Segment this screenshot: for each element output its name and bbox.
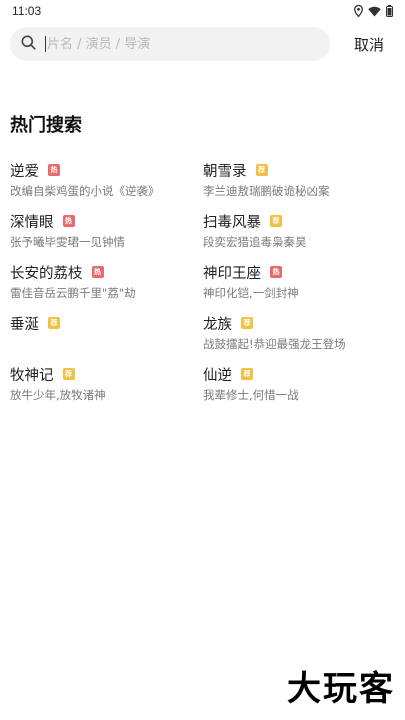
hot-item[interactable]: 朝雪录 荐 李兰迪敖瑞鹏破诡秘凶案: [203, 160, 383, 200]
hot-item-desc: 张予曦毕雯珺一见钟情: [10, 235, 125, 249]
hot-item-title: 深情眼: [10, 214, 54, 231]
hot-item-desc: 雷佳音岳云鹏千里"荔"劫: [10, 286, 136, 300]
status-time: 11:03: [12, 4, 42, 18]
status-icons: [354, 5, 393, 17]
hot-item-desc: 我辈修士,何惜一战: [203, 388, 299, 402]
hot-item[interactable]: 神印王座 热 神印化铠,一剑封神: [203, 262, 383, 302]
hot-item-desc: 改编自柴鸡蛋的小说《逆袭》: [10, 184, 160, 198]
recommend-badge: 荐: [241, 317, 253, 329]
hot-item[interactable]: 深情眼 热 张予曦毕雯珺一见钟情: [10, 211, 190, 251]
hot-item-title: 龙族: [203, 316, 232, 333]
search-row: 取消: [10, 26, 395, 62]
hot-item-desc: 李兰迪敖瑞鹏破诡秘凶案: [203, 184, 330, 198]
hot-item[interactable]: 长安的荔枝 热 雷佳音岳云鹏千里"荔"劫: [10, 262, 190, 302]
hot-item-desc: 战鼓擂起!恭迎最强龙王登场: [203, 337, 346, 351]
search-box[interactable]: [10, 27, 330, 61]
hot-item-title: 牧神记: [10, 367, 54, 384]
hot-item-title: 逆爱: [10, 163, 39, 180]
hot-badge: 热: [62, 215, 75, 227]
hot-item[interactable]: 牧神记 荐 放牛少年,放牧诸神: [10, 364, 190, 404]
recommend-badge: 荐: [270, 215, 282, 227]
location-icon: [354, 5, 363, 17]
hot-item[interactable]: 仙逆 荐 我辈修士,何惜一战: [203, 364, 383, 404]
search-input[interactable]: [47, 36, 297, 52]
hot-item-title: 扫毒风暴: [203, 214, 261, 231]
recommend-badge: 荐: [255, 164, 268, 176]
wifi-icon: [368, 6, 381, 17]
hot-item-desc: 放牛少年,放牧诸神: [10, 388, 106, 402]
cancel-button[interactable]: 取消: [354, 34, 384, 55]
hot-item-title: 朝雪录: [203, 163, 247, 180]
text-cursor: [45, 36, 46, 52]
recommend-badge: 荐: [48, 317, 60, 329]
search-icon: [21, 35, 36, 54]
hot-item-desc: 段奕宏猎追毒枭秦昊: [203, 235, 307, 249]
battery-icon: [386, 5, 393, 17]
hot-badge: 热: [48, 164, 60, 176]
hot-item-title: 神印王座: [203, 265, 261, 282]
hot-item[interactable]: 垂涎 荐: [10, 313, 190, 353]
watermark-logo: 大玩客: [287, 669, 395, 709]
hot-item-title: 长安的荔枝: [10, 265, 83, 282]
hot-item-title: 仙逆: [203, 367, 232, 384]
hot-badge: 热: [270, 266, 282, 278]
status-bar: 11:03: [0, 0, 405, 22]
hot-item[interactable]: 逆爱 热 改编自柴鸡蛋的小说《逆袭》: [10, 160, 190, 200]
hot-item-desc: 神印化铠,一剑封神: [203, 286, 299, 300]
hot-search-title: 热门搜索: [10, 115, 82, 136]
recommend-badge: 荐: [62, 368, 75, 380]
recommend-badge: 荐: [241, 368, 253, 380]
hot-item[interactable]: 龙族 荐 战鼓擂起!恭迎最强龙王登场: [203, 313, 383, 353]
hot-item[interactable]: 扫毒风暴 荐 段奕宏猎追毒枭秦昊: [203, 211, 383, 251]
hot-item-title: 垂涎: [10, 316, 39, 333]
hot-badge: 热: [91, 266, 104, 278]
